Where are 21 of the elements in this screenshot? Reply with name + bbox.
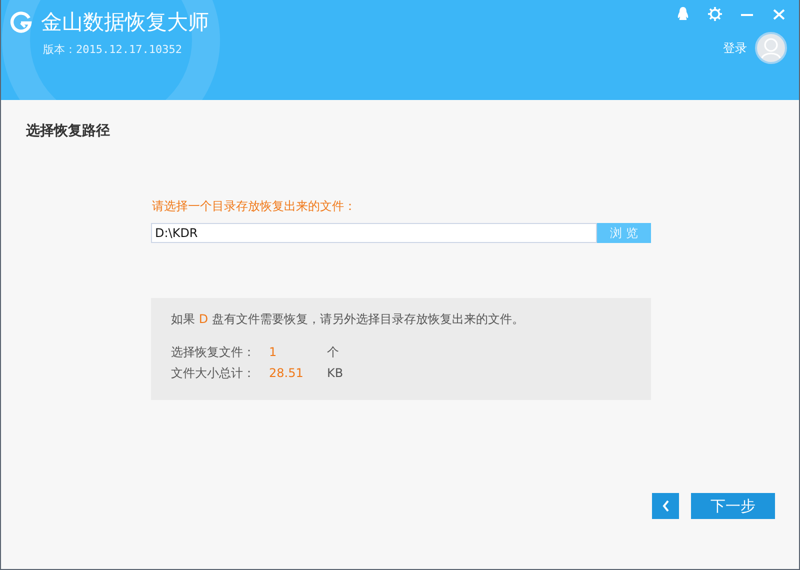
stat-label: 文件大小总计： bbox=[171, 365, 256, 382]
section-title: 选择恢复路径 bbox=[26, 122, 111, 140]
settings-icon[interactable] bbox=[707, 6, 723, 22]
next-button[interactable]: 下一步 bbox=[691, 493, 775, 519]
path-prompt: 请选择一个目录存放恢复出来的文件： bbox=[152, 198, 357, 215]
version-text: 版本：2015.12.17.10352 bbox=[43, 42, 183, 57]
stat-unit: KB bbox=[327, 365, 344, 382]
chevron-left-icon bbox=[660, 498, 670, 514]
stat-value: 1 bbox=[269, 344, 278, 361]
app-title: 金山数据恢复大师 bbox=[41, 9, 209, 36]
avatar-icon[interactable] bbox=[755, 32, 787, 64]
browse-button[interactable]: 浏 览 bbox=[597, 223, 651, 243]
back-button[interactable] bbox=[652, 493, 679, 519]
login-link[interactable]: 登录 bbox=[723, 40, 747, 56]
stat-label: 选择恢复文件： bbox=[171, 344, 256, 361]
notice-text: 如果 D 盘有文件需要恢复，请另外选择目录存放恢复出来的文件。 bbox=[171, 311, 525, 328]
stat-unit: 个 bbox=[327, 344, 339, 361]
stat-value: 28.51 bbox=[269, 365, 304, 382]
logo-icon bbox=[9, 10, 33, 34]
penguin-icon[interactable] bbox=[675, 6, 691, 22]
path-field[interactable]: D:\KDR bbox=[151, 223, 597, 243]
